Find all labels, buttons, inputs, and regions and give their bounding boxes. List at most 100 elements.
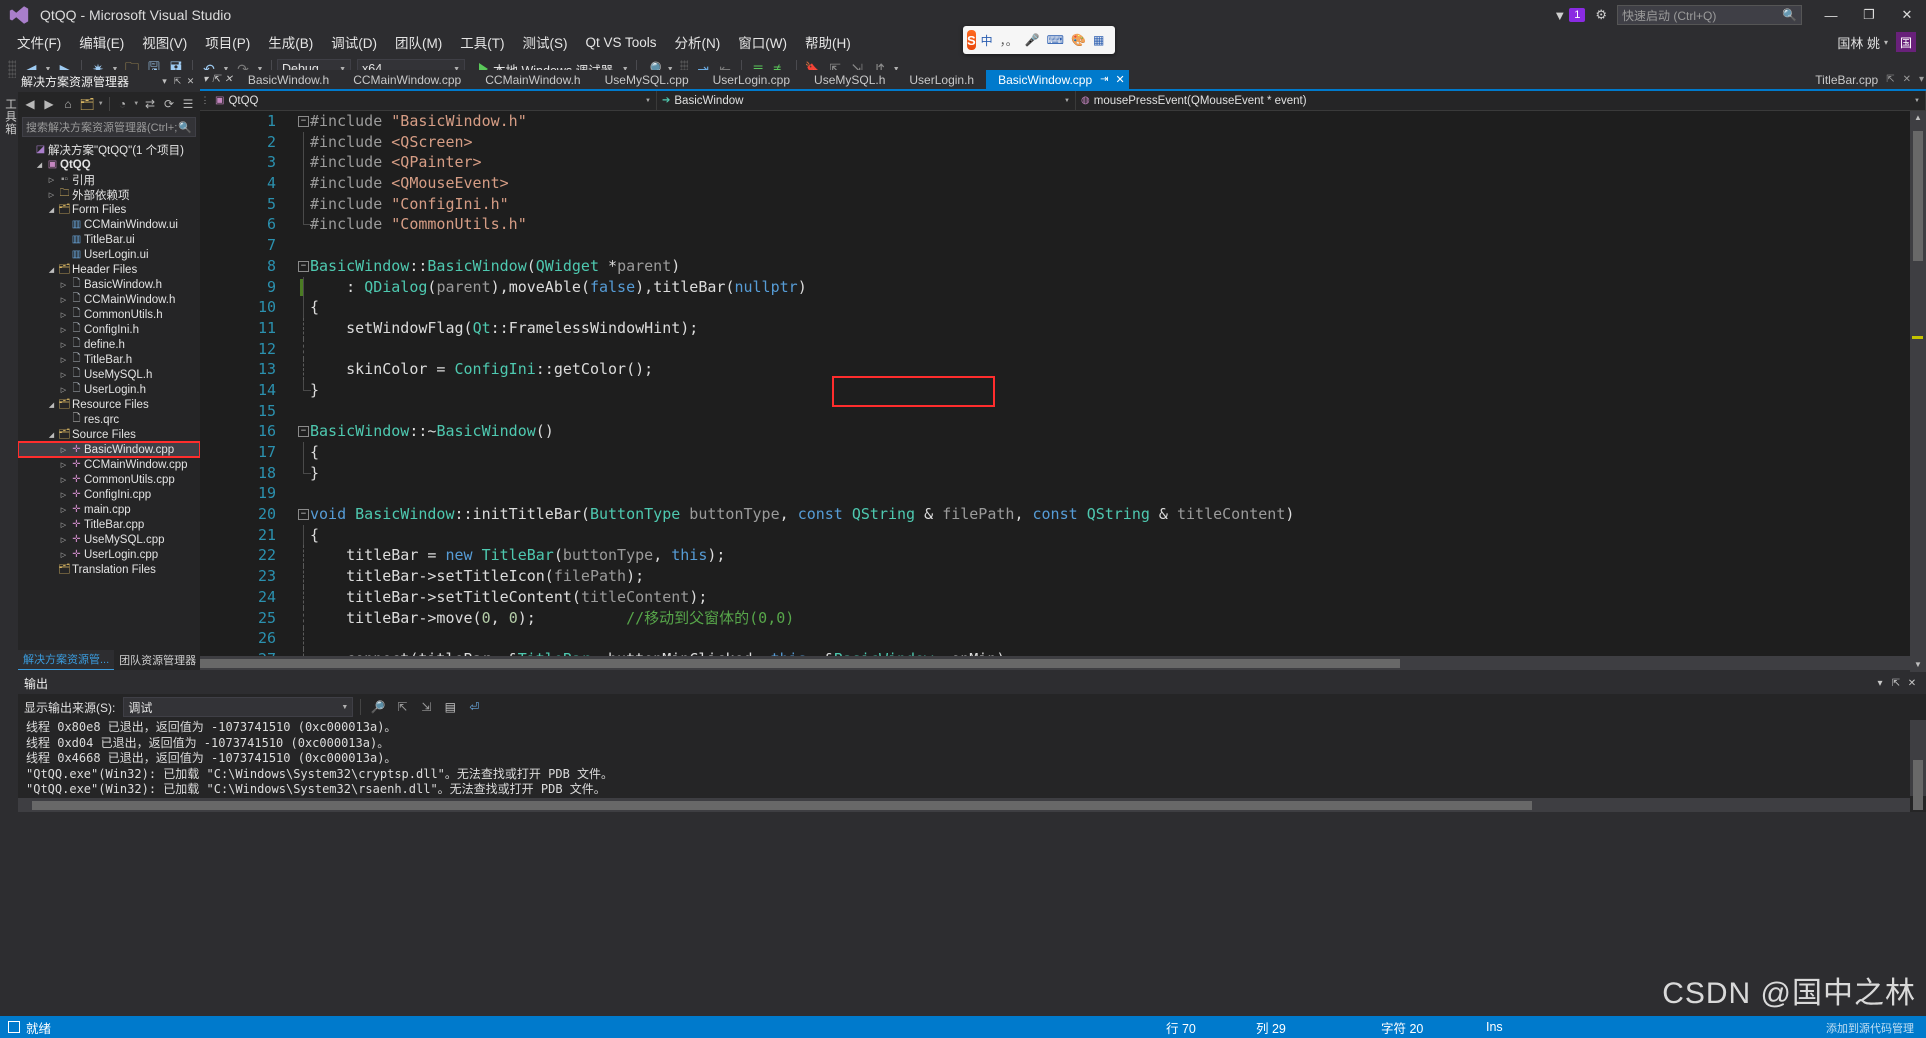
sogou-ime-logo-icon[interactable]: S <box>967 30 976 50</box>
close-button[interactable]: ✕ <box>1888 0 1926 30</box>
tree-item[interactable]: ◢ 🗂 Resource Files <box>18 397 200 412</box>
tree-item[interactable]: 🗂 Translation Files <box>18 562 200 577</box>
jump-previous-icon[interactable]: ⇱ <box>392 697 412 717</box>
document-tab-ccmainwindow-cpp[interactable]: CCMainWindow.cpp <box>341 70 474 89</box>
code-line[interactable]: 3 #include <QPainter> <box>200 152 1926 174</box>
code-line[interactable]: 2 #include <QScreen> <box>200 131 1926 153</box>
tree-item[interactable]: ▷ 🗋 CCMainWindow.h <box>18 292 200 307</box>
word-wrap-icon[interactable]: ⏎ <box>464 697 484 717</box>
clear-all-icon[interactable]: ▤ <box>440 697 460 717</box>
back-icon[interactable]: ◀ <box>21 95 39 114</box>
code-line[interactable]: 14} <box>200 379 1926 401</box>
menu-item-debug[interactable]: 调试(D) <box>322 30 386 54</box>
output-horizontal-scrollbar[interactable] <box>18 798 1910 812</box>
menu-item-project[interactable]: 项目(P) <box>196 30 259 54</box>
menu-item-test[interactable]: 测试(S) <box>514 30 577 54</box>
toolbar-grip[interactable] <box>8 60 16 78</box>
scrollbar-thumb[interactable] <box>200 659 1400 668</box>
code-line[interactable]: 16 − BasicWindow::~BasicWindow() <box>200 421 1926 442</box>
code-line[interactable]: 13 skinColor = ConfigIni::getColor(); <box>200 359 1926 380</box>
tree-item[interactable]: ▷ 🗋 UseMySQL.h <box>18 367 200 382</box>
chevron-collapsed-icon[interactable]: ▷ <box>58 536 69 544</box>
tree-item[interactable]: ▥ TitleBar.ui <box>18 232 200 247</box>
chevron-expanded-icon[interactable]: ◢ <box>46 431 57 439</box>
sync-with-active-document-icon[interactable]: ⇄ <box>141 95 159 114</box>
code-line[interactable]: 23 titleBar->setTitleIcon(filePath); <box>200 566 1926 587</box>
tree-item[interactable]: ▥ UserLogin.ui <box>18 247 200 262</box>
toolbox-tab[interactable]: 工具箱 <box>0 90 20 144</box>
tree-item[interactable]: ▷ ✛ BasicWindow.cpp <box>18 441 200 458</box>
chevron-collapsed-icon[interactable]: ▷ <box>58 521 69 529</box>
chevron-expanded-icon[interactable]: ◢ <box>34 161 45 169</box>
solution-tree[interactable]: ◪ 解决方案"QtQQ"(1 个项目) ◢ ▣ QtQQ ▷ ▪▫ 引用 ▷ 🗀 外部依赖项 ◢ 🗂 Fo… <box>18 140 200 650</box>
scrollbar-thumb[interactable] <box>32 801 1532 810</box>
collapse-region-icon[interactable]: − <box>298 509 309 521</box>
chevron-collapsed-icon[interactable]: ▷ <box>58 446 69 454</box>
chevron-collapsed-icon[interactable]: ▷ <box>58 281 69 289</box>
tree-item[interactable]: ▷ ✛ CommonUtils.cpp <box>18 472 200 487</box>
collapse-region-icon[interactable]: − <box>298 426 309 438</box>
code-line[interactable]: 22 titleBar = new TitleBar(buttonType, t… <box>200 545 1926 567</box>
tree-item[interactable]: ▷ ▪▫ 引用 <box>18 172 200 187</box>
tree-item[interactable]: ▷ ✛ UseMySQL.cpp <box>18 532 200 547</box>
chevron-down-icon[interactable]: ▾ <box>203 74 208 85</box>
output-text[interactable]: 线程 0x80e8 已退出，返回值为 -1073741510 (0xc00001… <box>22 720 1908 796</box>
chevron-collapsed-icon[interactable]: ▷ <box>58 551 69 559</box>
code-line[interactable]: 26 <box>200 628 1926 649</box>
document-tab-titlebar-cpp[interactable]: TitleBar.cpp <box>1815 73 1878 87</box>
chevron-down-icon[interactable]: ▾ <box>1872 678 1888 689</box>
home-icon[interactable]: ⌂ <box>59 95 77 114</box>
chevron-down-icon[interactable]: ▾ <box>158 76 171 87</box>
microphone-icon[interactable]: 🎤 <box>1025 33 1040 47</box>
tree-item[interactable]: ▷ ✛ TitleBar.cpp <box>18 517 200 532</box>
avatar[interactable]: 国 <box>1896 32 1916 52</box>
menu-item-help[interactable]: 帮助(H) <box>796 30 860 54</box>
menu-item-window[interactable]: 窗口(W) <box>729 30 796 54</box>
feedback-flag-icon[interactable]: ▼ <box>1553 8 1566 23</box>
menu-item-tools[interactable]: 工具(T) <box>451 30 513 54</box>
code-line[interactable]: 18} <box>200 462 1926 484</box>
tree-item[interactable]: ▷ ✛ ConfigIni.cpp <box>18 487 200 502</box>
minimize-button[interactable]: — <box>1812 0 1850 30</box>
ime-punctuation-label[interactable]: ，。 <box>1000 32 1018 49</box>
chevron-collapsed-icon[interactable]: ▷ <box>46 176 57 184</box>
find-message-icon[interactable]: 🔎 <box>368 697 388 717</box>
chevron-collapsed-icon[interactable]: ▷ <box>58 371 69 379</box>
code-line[interactable]: 5 #include "ConfigIni.h" <box>200 193 1926 215</box>
tab-team-explorer[interactable]: 团队资源管理器 <box>114 650 202 670</box>
chevron-collapsed-icon[interactable]: ▷ <box>46 191 57 199</box>
collapse-region-icon[interactable]: − <box>298 116 309 127</box>
menu-item-edit[interactable]: 编辑(E) <box>70 30 133 54</box>
code-line[interactable]: 10 { <box>200 297 1926 318</box>
chevron-collapsed-icon[interactable]: ▷ <box>58 356 69 364</box>
pin-icon[interactable]: ⇱ <box>171 76 184 87</box>
navbar-member-dropdown[interactable]: ◍ mousePressEvent(QMouseEvent * event) ▼ <box>1076 90 1926 111</box>
tree-item[interactable]: ◢ ▣ QtQQ <box>18 157 200 172</box>
ime-tools-icon[interactable]: 🎨 <box>1071 33 1086 47</box>
code-line[interactable]: 11 setWindowFlag(Qt::FramelessWindowHint… <box>200 317 1926 339</box>
tree-item[interactable]: ◪ 解决方案"QtQQ"(1 个项目) <box>18 142 200 157</box>
document-tab-basicwindow-h[interactable]: BasicWindow.h <box>235 70 342 89</box>
chevron-down-icon[interactable]: ▼ <box>97 101 105 107</box>
document-tab-basicwindow-cpp[interactable]: BasicWindow.cpp ⇥ ✕ <box>986 70 1129 89</box>
code-line[interactable]: 4 #include <QMouseEvent> <box>200 173 1926 194</box>
scroll-up-icon[interactable]: ▲ <box>1910 111 1926 125</box>
ime-mode-label[interactable]: 中 <box>981 32 993 49</box>
collapse-region-icon[interactable]: − <box>298 260 309 272</box>
navbar-type-dropdown[interactable]: ➔ BasicWindow ▼ <box>657 90 1076 111</box>
tree-item[interactable]: ▷ 🗋 TitleBar.h <box>18 352 200 367</box>
tree-item[interactable]: ▷ 🗋 ConfigIni.h <box>18 322 200 337</box>
code-line[interactable]: 19 <box>200 483 1926 504</box>
user-settings-icon[interactable]: ⚙ <box>1595 7 1607 23</box>
code-line[interactable]: 1 − #include "BasicWindow.h" <box>200 111 1926 132</box>
code-text-area[interactable]: 1− #include "BasicWindow.h" 2 #include <QSc… <box>200 111 1926 672</box>
document-tab-userlogin-h[interactable]: UserLogin.h <box>897 70 987 89</box>
tree-item[interactable]: ▷ ✛ CCMainWindow.cpp <box>18 457 200 472</box>
chevron-collapsed-icon[interactable]: ▷ <box>58 386 69 394</box>
chevron-collapsed-icon[interactable]: ▷ <box>58 296 69 304</box>
chevron-down-icon[interactable]: ▾ <box>1884 38 1888 47</box>
scroll-down-icon[interactable]: ▼ <box>1910 658 1926 672</box>
code-line[interactable]: 7 <box>200 235 1926 256</box>
tree-item[interactable]: ◢ 🗂 Source Files <box>18 427 200 442</box>
code-lines[interactable]: 1− #include "BasicWindow.h" 2 #include <QSc… <box>200 111 1926 670</box>
